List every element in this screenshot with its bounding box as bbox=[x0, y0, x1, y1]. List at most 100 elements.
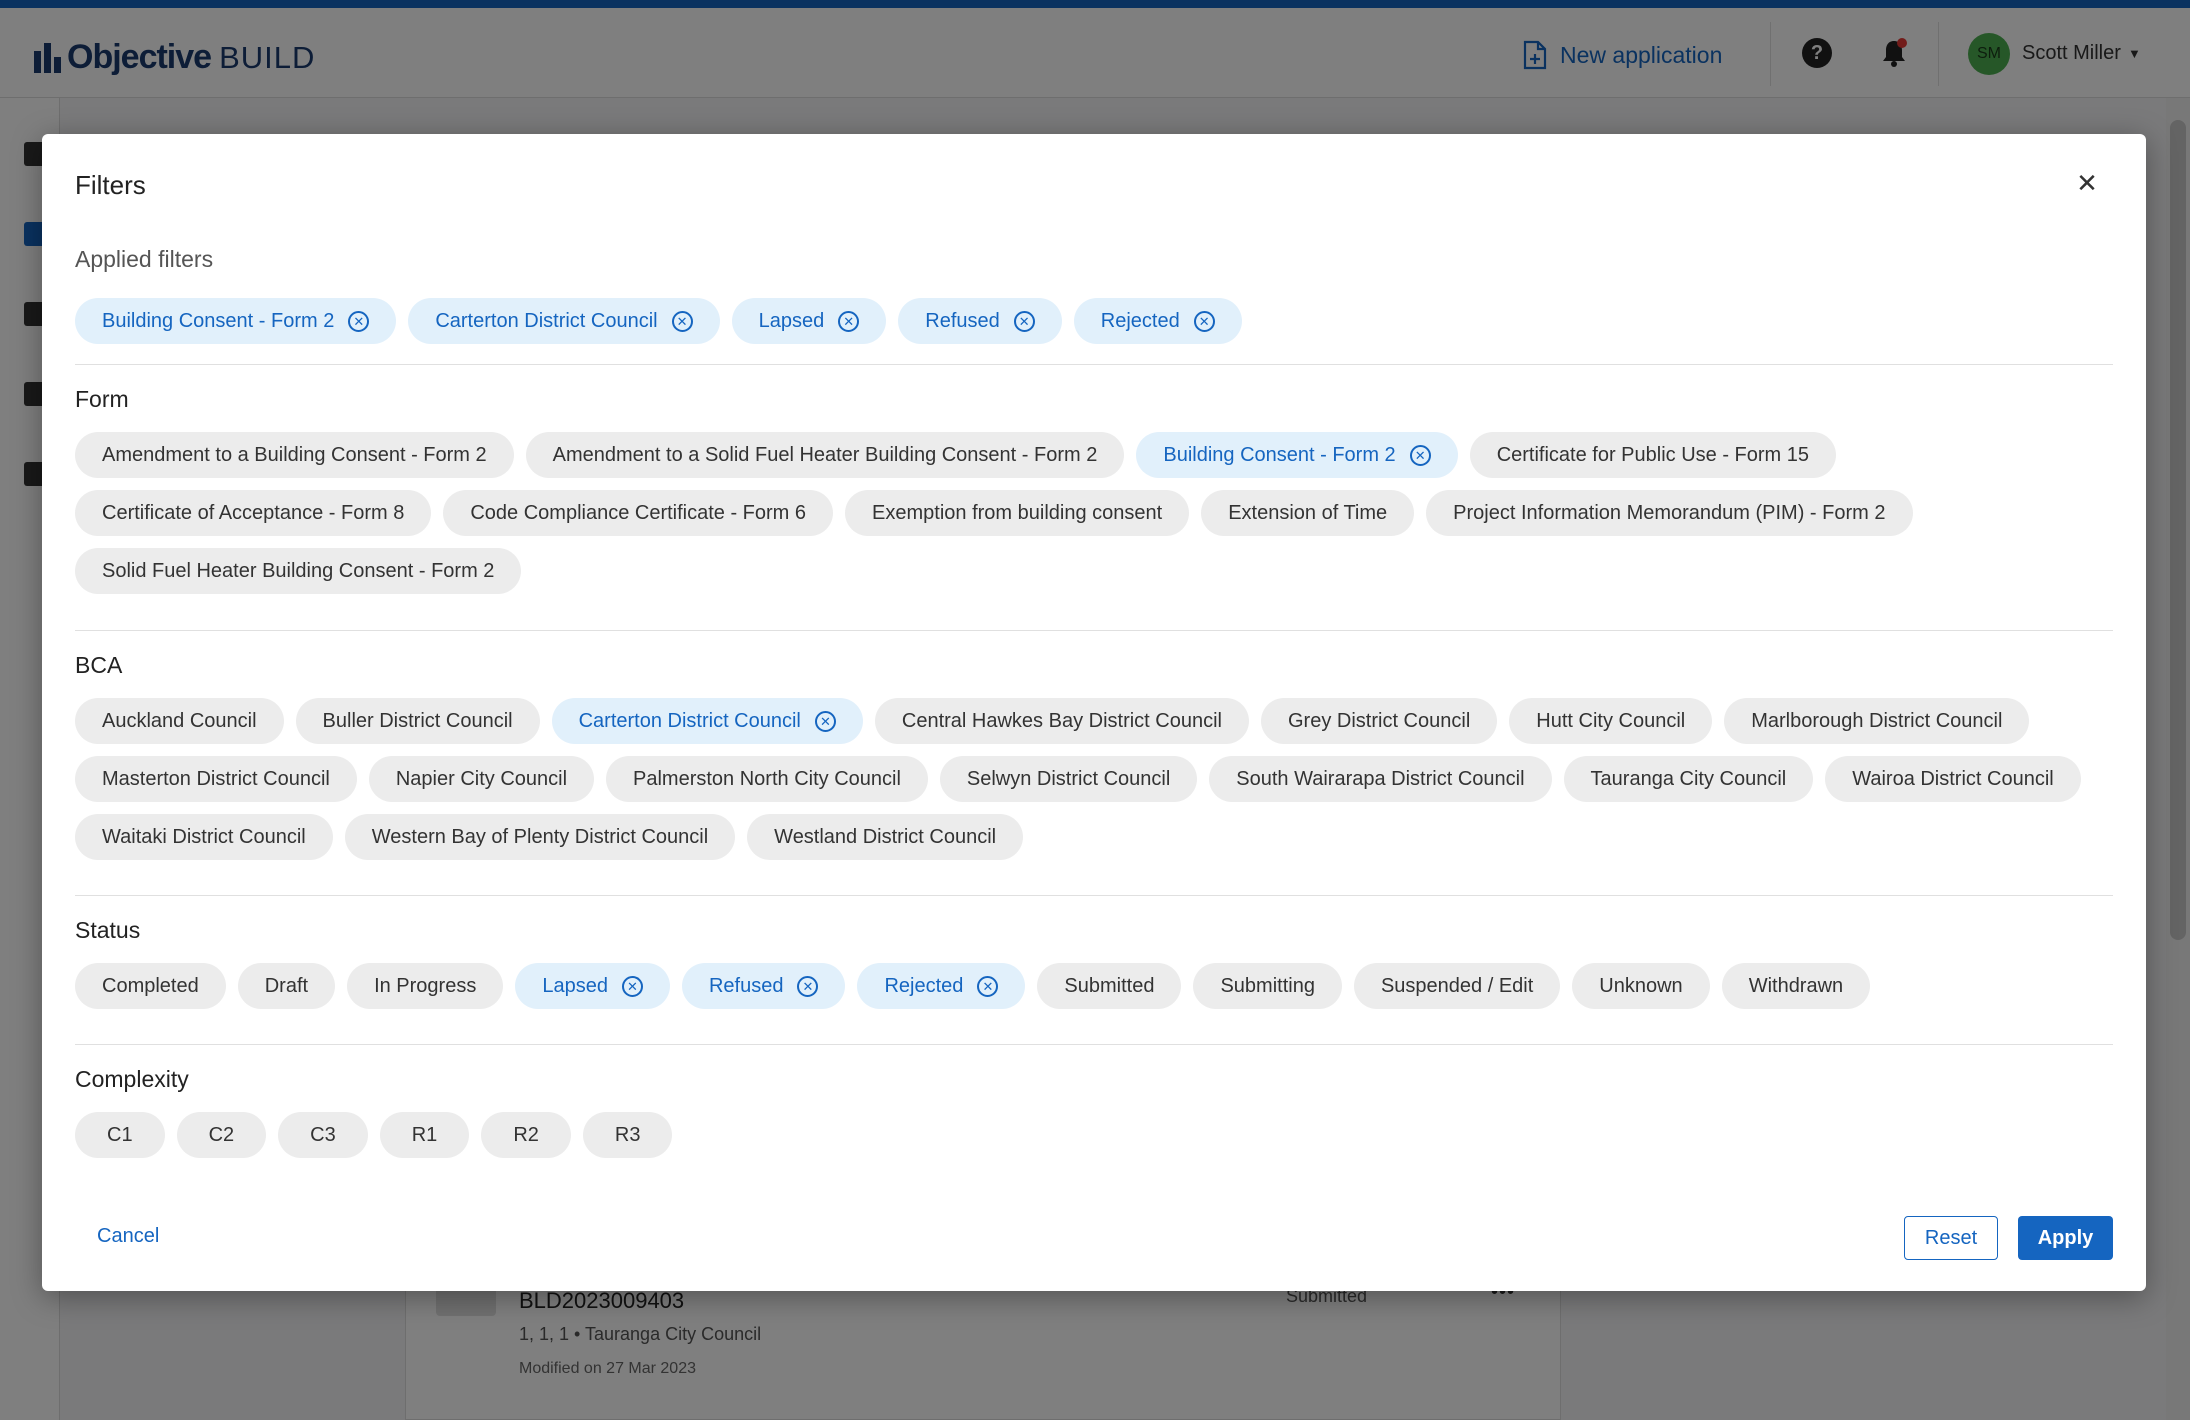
filter-chip[interactable]: South Wairarapa District Council bbox=[1209, 756, 1552, 802]
status-chips: Completed Draft In Progress Lapsed ✕ Refused ✕… bbox=[75, 963, 2113, 1009]
bca-chips: Auckland Council Buller District Council C… bbox=[75, 698, 2113, 860]
filter-chip-label: Grey District Council bbox=[1288, 709, 1471, 732]
form-chips: Amendment to a Building Consent - Form 2… bbox=[75, 432, 2113, 594]
bca-section: BCA Auckland Council Buller District Coun… bbox=[75, 652, 2113, 860]
filter-chip[interactable]: Napier City Council bbox=[368, 756, 595, 802]
filter-chip-label: South Wairarapa District Council bbox=[1236, 767, 1525, 790]
filter-chip[interactable]: Refused ✕ bbox=[681, 963, 846, 1009]
filter-chip[interactable]: Auckland Council bbox=[75, 698, 284, 744]
filter-chip[interactable]: C2 bbox=[176, 1112, 267, 1158]
filter-chip[interactable]: Building Consent - Form 2 ✕ bbox=[75, 298, 397, 344]
filter-chip-label: Submitted bbox=[1064, 974, 1155, 997]
filter-chip[interactable]: Completed bbox=[75, 963, 226, 1009]
close-circle-icon[interactable]: ✕ bbox=[797, 975, 819, 997]
filter-chip[interactable]: Western Bay of Plenty District Council bbox=[344, 814, 736, 860]
filter-chip[interactable]: Withdrawn bbox=[1721, 963, 1871, 1009]
status-section-title: Status bbox=[75, 917, 141, 943]
filter-chip[interactable]: Masterton District Council bbox=[75, 756, 357, 802]
complexity-chips: C1 C2 C3 R1 R2 R3 bbox=[75, 1112, 2113, 1158]
filter-chip[interactable]: Amendment to a Building Consent - Form 2 bbox=[75, 432, 514, 478]
close-circle-icon[interactable]: ✕ bbox=[348, 310, 370, 332]
filter-chip-label: Tauranga City Council bbox=[1590, 767, 1787, 790]
filter-chip-label: Completed bbox=[102, 974, 199, 997]
close-circle-icon[interactable]: ✕ bbox=[838, 310, 860, 332]
filter-chip[interactable]: Exemption from building consent bbox=[845, 490, 1190, 536]
filter-chip[interactable]: Certificate for Public Use - Form 15 bbox=[1469, 432, 1837, 478]
filter-chip[interactable]: Hutt City Council bbox=[1509, 698, 1713, 744]
filter-chip[interactable]: Draft bbox=[237, 963, 336, 1009]
apply-button[interactable]: Apply bbox=[2018, 1216, 2113, 1260]
filter-chip[interactable]: Rejected ✕ bbox=[1073, 298, 1242, 344]
filter-chip[interactable]: Suspended / Edit bbox=[1353, 963, 1561, 1009]
filter-chip[interactable]: C1 bbox=[75, 1112, 165, 1158]
filter-chip-label: Carterton District Council bbox=[578, 709, 801, 732]
close-icon[interactable]: ✕ bbox=[2072, 168, 2102, 198]
filter-chip[interactable]: Lapsed ✕ bbox=[731, 298, 887, 344]
filter-chip-label: Lapsed bbox=[758, 309, 825, 332]
filter-chip-label: Project Information Memorandum (PIM) - F… bbox=[1453, 501, 1886, 524]
filter-chip[interactable]: Wairoa District Council bbox=[1825, 756, 2081, 802]
filter-chip[interactable]: Unknown bbox=[1572, 963, 1710, 1009]
filter-chip-label: Refused bbox=[925, 309, 1000, 332]
filter-chip-label: Extension of Time bbox=[1228, 501, 1388, 524]
filter-chip-label: Westland District Council bbox=[774, 825, 997, 848]
filter-chip[interactable]: R1 bbox=[379, 1112, 470, 1158]
filter-chip[interactable]: Submitted bbox=[1037, 963, 1182, 1009]
close-circle-icon[interactable]: ✕ bbox=[977, 975, 999, 997]
filter-chip[interactable]: Extension of Time bbox=[1201, 490, 1415, 536]
complexity-section: Complexity C1 C2 C3 R1 R2 R3 bbox=[75, 1066, 2113, 1158]
filter-chip-label: Rejected bbox=[1100, 309, 1180, 332]
filter-chip[interactable]: Building Consent - Form 2 ✕ bbox=[1136, 432, 1458, 478]
filter-chip-label: R2 bbox=[513, 1123, 539, 1146]
filter-chip-label: Solid Fuel Heater Building Consent - For… bbox=[102, 559, 495, 582]
close-circle-icon[interactable]: ✕ bbox=[1193, 310, 1215, 332]
filter-chip-label: Wairoa District Council bbox=[1852, 767, 2054, 790]
close-circle-icon[interactable]: ✕ bbox=[1409, 444, 1431, 466]
filter-chip[interactable]: Amendment to a Solid Fuel Heater Buildin… bbox=[525, 432, 1125, 478]
filter-chip[interactable]: Tauranga City Council bbox=[1563, 756, 1814, 802]
filter-chip[interactable]: Code Compliance Certificate - Form 6 bbox=[443, 490, 834, 536]
cancel-button[interactable]: Cancel bbox=[97, 1225, 159, 1248]
filter-chip[interactable]: R2 bbox=[481, 1112, 571, 1158]
close-circle-icon[interactable]: ✕ bbox=[814, 710, 836, 732]
filter-chip[interactable]: Buller District Council bbox=[295, 698, 540, 744]
filter-chip[interactable]: Marlborough District Council bbox=[1724, 698, 2030, 744]
filter-chip-label: Submitting bbox=[1220, 974, 1315, 997]
filter-chip[interactable]: Selwyn District Council bbox=[939, 756, 1198, 802]
filter-chip-label: Building Consent - Form 2 bbox=[1163, 443, 1396, 466]
filter-chip-label: Selwyn District Council bbox=[966, 767, 1171, 790]
filter-chip-label: Certificate for Public Use - Form 15 bbox=[1496, 443, 1810, 466]
filter-chip[interactable]: Central Hawkes Bay District Council bbox=[874, 698, 1249, 744]
filter-chip[interactable]: Grey District Council bbox=[1261, 698, 1498, 744]
filter-chip[interactable]: C3 bbox=[278, 1112, 368, 1158]
filter-chip[interactable]: Certificate of Acceptance - Form 8 bbox=[75, 490, 432, 536]
filter-chip-label: Marlborough District Council bbox=[1751, 709, 2003, 732]
filter-chip-label: Amendment to a Solid Fuel Heater Buildin… bbox=[552, 443, 1098, 466]
filter-chip-label: Palmerston North City Council bbox=[633, 767, 901, 790]
filter-chip-label: Carterton District Council bbox=[435, 309, 658, 332]
applied-filters-section: Applied filters Building Consent - Form … bbox=[75, 246, 2113, 344]
close-circle-icon[interactable]: ✕ bbox=[1013, 310, 1035, 332]
applied-filters-title: Applied filters bbox=[75, 246, 214, 272]
filter-chip-label: C3 bbox=[310, 1123, 336, 1146]
filters-modal: Filters ✕ Applied filters Building Conse… bbox=[42, 134, 2146, 1291]
filter-chip-label: Masterton District Council bbox=[102, 767, 330, 790]
reset-button[interactable]: Reset bbox=[1904, 1216, 1998, 1260]
filter-chip[interactable]: Carterton District Council ✕ bbox=[408, 298, 720, 344]
filter-chip[interactable]: Palmerston North City Council bbox=[606, 756, 928, 802]
filter-chip[interactable]: Project Information Memorandum (PIM) - F… bbox=[1426, 490, 1913, 536]
filter-chip[interactable]: Submitting bbox=[1193, 963, 1342, 1009]
filter-chip[interactable]: Carterton District Council ✕ bbox=[551, 698, 863, 744]
filter-chip[interactable]: Refused ✕ bbox=[898, 298, 1062, 344]
filter-chip[interactable]: Solid Fuel Heater Building Consent - For… bbox=[75, 548, 522, 594]
filter-chip[interactable]: R3 bbox=[582, 1112, 673, 1158]
filter-chip[interactable]: Westland District Council bbox=[747, 814, 1024, 860]
filter-chip[interactable]: Waitaki District Council bbox=[75, 814, 333, 860]
filter-chip[interactable]: Lapsed ✕ bbox=[515, 963, 670, 1009]
filter-chip[interactable]: Rejected ✕ bbox=[857, 963, 1026, 1009]
close-circle-icon[interactable]: ✕ bbox=[671, 310, 693, 332]
status-section: Status Completed Draft In Progress Lapsed ✕ R… bbox=[75, 917, 2113, 1009]
section-divider bbox=[75, 364, 2113, 365]
filter-chip[interactable]: In Progress bbox=[347, 963, 504, 1009]
close-circle-icon[interactable]: ✕ bbox=[621, 975, 643, 997]
